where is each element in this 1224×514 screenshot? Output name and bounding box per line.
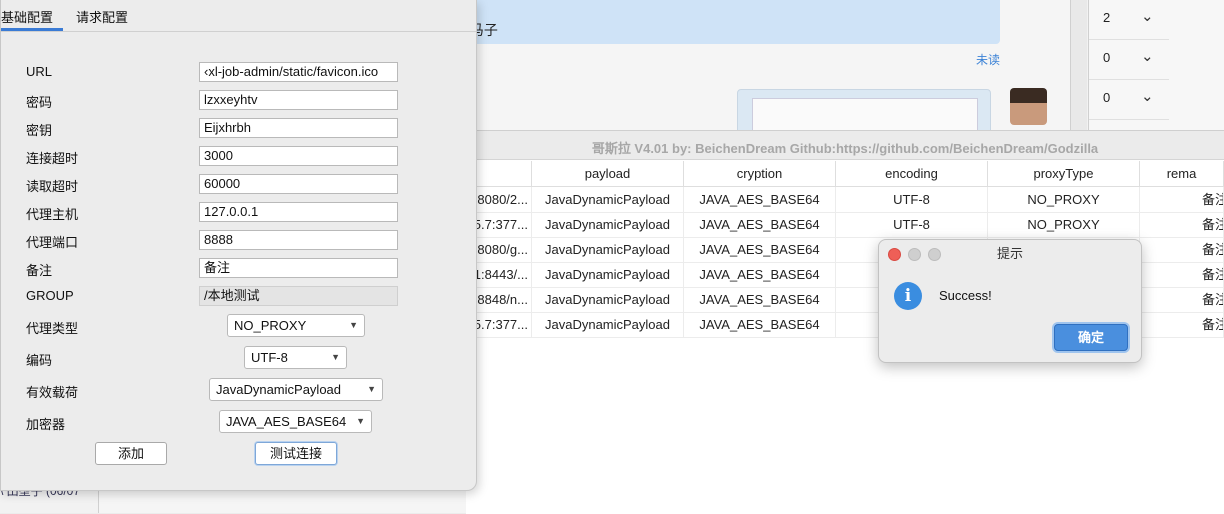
column-header[interactable]: rema <box>1140 161 1224 187</box>
table-cell[interactable]: NO_PROXY <box>988 187 1140 213</box>
tab-request-config[interactable]: 请求配置 <box>76 7 128 26</box>
table-cell[interactable]: JAVA_AES_BASE64 <box>684 312 836 338</box>
group-field: /本地测试 <box>199 286 398 306</box>
table-cell[interactable]: 备注 <box>1140 312 1224 338</box>
cryption-label: 加密器 <box>26 417 66 432</box>
url-field[interactable]: ‹xl-job-admin/static/favicon.ico <box>199 62 398 82</box>
secret-field[interactable]: Eijxhrbh <box>199 118 398 138</box>
cryption-select[interactable]: JAVA_AES_BASE64 ▼ <box>219 410 372 433</box>
table-cell[interactable]: UTF-8 <box>836 187 988 213</box>
cryption-value: JAVA_AES_BASE64 <box>226 414 347 429</box>
info-icon: i <box>894 282 922 310</box>
tab-bar: 基础配置 请求配置 <box>1 0 476 32</box>
proxy-type-select[interactable]: NO_PROXY ▼ <box>227 314 365 337</box>
payload-label: 有效载荷 <box>26 385 79 400</box>
proxy-port-label: 代理端口 <box>26 235 79 250</box>
table-cell[interactable]: 备注 <box>1140 237 1224 263</box>
table-cell[interactable]: JAVA_AES_BASE64 <box>684 237 836 263</box>
chevron-down-icon[interactable]: ⌄ <box>1141 87 1154 105</box>
connect-timeout-label: 连接超时 <box>26 151 79 166</box>
active-tab-indicator <box>1 28 63 31</box>
count-label: 0 <box>1103 90 1111 105</box>
table-cell[interactable]: JavaDynamicPayload <box>532 212 684 238</box>
connect-timeout-field[interactable]: 3000 <box>199 146 398 166</box>
dropdown-arrow-icon: ▼ <box>349 320 358 330</box>
proxy-host-label: 代理主机 <box>26 207 79 222</box>
ok-button[interactable]: 确定 <box>1054 324 1128 351</box>
right-panel-row[interactable]: 0 ⌄ <box>1089 40 1169 80</box>
table-cell[interactable]: JAVA_AES_BASE64 <box>684 287 836 313</box>
zoom-window-icon[interactable] <box>928 248 941 261</box>
payload-select[interactable]: JavaDynamicPayload ▼ <box>209 378 383 401</box>
column-header[interactable]: proxyType <box>988 161 1140 187</box>
password-field[interactable]: lzxxeyhtv <box>199 90 398 110</box>
proxy-host-field[interactable]: 127.0.0.1 <box>199 202 398 222</box>
url-label: URL <box>26 64 53 79</box>
table-cell[interactable]: 备注 <box>1140 262 1224 288</box>
close-window-icon[interactable] <box>888 248 901 261</box>
payload-value: JavaDynamicPayload <box>216 382 342 397</box>
note-label: 备注 <box>26 263 53 278</box>
add-button[interactable]: 添加 <box>95 442 167 465</box>
chevron-down-icon[interactable]: ⌄ <box>1141 47 1154 65</box>
dropdown-arrow-icon: ▼ <box>367 384 376 394</box>
table-cell[interactable]: JAVA_AES_BASE64 <box>684 262 836 288</box>
table-cell[interactable]: JavaDynamicPayload <box>532 262 684 288</box>
dropdown-arrow-icon: ▼ <box>356 416 365 426</box>
encoding-label: 编码 <box>26 353 53 368</box>
column-header[interactable]: cryption <box>684 161 836 187</box>
password-label: 密码 <box>26 95 53 110</box>
alert-message: Success! <box>939 288 992 303</box>
column-header[interactable]: encoding <box>836 161 988 187</box>
screenshot-thumbnail[interactable] <box>737 89 991 135</box>
godzilla-titlebar[interactable]: 哥斯拉 V4.01 by: BeichenDream Github:https:… <box>466 131 1224 160</box>
unread-label: 未读 <box>976 53 1001 67</box>
proxy-port-field[interactable]: 8888 <box>199 230 398 250</box>
minimize-window-icon[interactable] <box>908 248 921 261</box>
right-panel: 2 ⌄ 0 ⌄ 0 ⌄ <box>1088 0 1224 130</box>
table-cell[interactable]: JAVA_AES_BASE64 <box>684 187 836 213</box>
count-label: 2 <box>1103 10 1111 25</box>
right-panel-row[interactable]: 2 ⌄ <box>1089 0 1169 40</box>
group-label: GROUP <box>26 288 74 303</box>
table-cell[interactable]: 备注 <box>1140 187 1224 213</box>
encoding-select[interactable]: UTF-8 ▼ <box>244 346 347 369</box>
table-cell[interactable]: JavaDynamicPayload <box>532 287 684 313</box>
avatar[interactable] <box>1010 88 1047 125</box>
encoding-value: UTF-8 <box>251 350 288 365</box>
table-cell[interactable]: JavaDynamicPayload <box>532 312 684 338</box>
table-cell[interactable]: NO_PROXY <box>988 212 1140 238</box>
test-connection-button[interactable]: 测试连接 <box>255 442 337 465</box>
tab-basic-config[interactable]: 基础配置 <box>1 7 53 26</box>
proxy-type-label: 代理类型 <box>26 321 79 336</box>
table-cell[interactable]: 备注 <box>1140 212 1224 238</box>
table-cell[interactable]: UTF-8 <box>836 212 988 238</box>
dropdown-arrow-icon: ▼ <box>331 352 340 362</box>
secret-label: 密钥 <box>26 123 53 138</box>
window-title: 哥斯拉 V4.01 by: BeichenDream Github:https:… <box>591 141 1099 156</box>
read-timeout-field[interactable]: 60000 <box>199 174 398 194</box>
table-cell[interactable]: JAVA_AES_BASE64 <box>684 212 836 238</box>
message-bubble <box>440 0 1000 44</box>
right-panel-row[interactable]: 0 ⌄ <box>1089 80 1169 120</box>
column-header[interactable]: payload <box>532 161 684 187</box>
table-cell[interactable]: JavaDynamicPayload <box>532 237 684 263</box>
count-label: 0 <box>1103 50 1111 65</box>
success-alert-dialog: 提示 i Success! 确定 <box>878 239 1142 363</box>
chevron-down-icon[interactable]: ⌄ <box>1141 7 1154 25</box>
note-field[interactable]: 备注 <box>199 258 398 278</box>
read-timeout-label: 读取超时 <box>26 179 79 194</box>
proxy-type-value: NO_PROXY <box>234 318 307 333</box>
table-cell[interactable]: 备注 <box>1140 287 1224 313</box>
table-cell[interactable]: JavaDynamicPayload <box>532 187 684 213</box>
shell-config-dialog: 基础配置 请求配置 URL ‹xl-job-admin/static/favic… <box>0 0 477 491</box>
